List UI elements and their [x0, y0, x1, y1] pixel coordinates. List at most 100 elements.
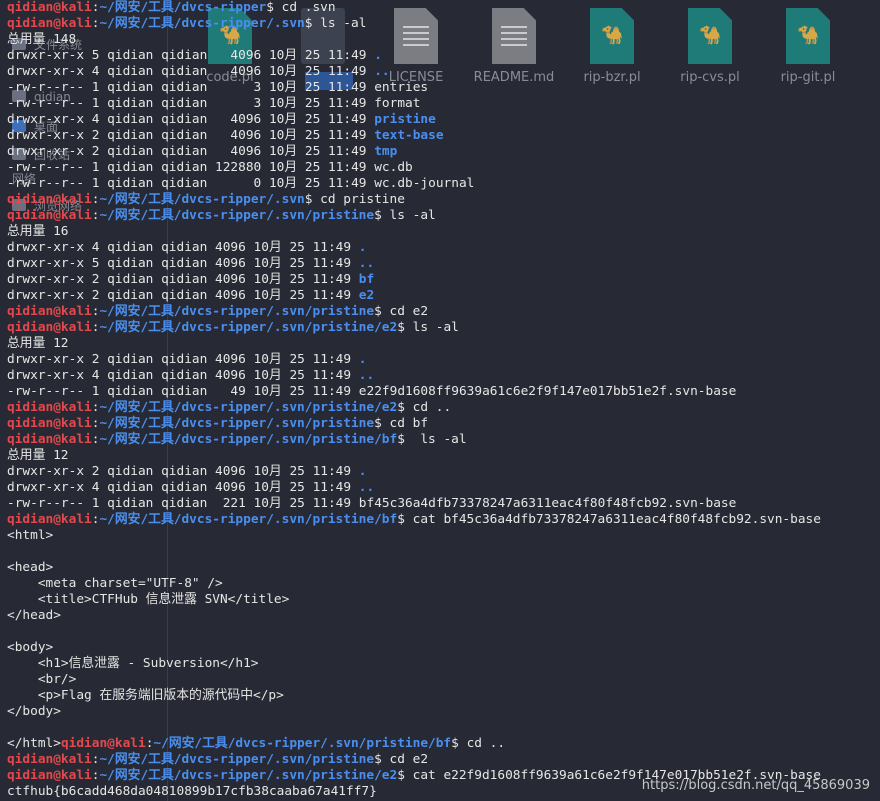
ls-entry-filename: wc.db-journal — [374, 176, 475, 191]
command-text: cd pristine — [320, 192, 405, 207]
prompt-symbol: $ — [451, 736, 467, 751]
prompt-path: ~/网安/工具/dvcs-ripper/.svn/pristine — [99, 752, 375, 767]
terminal-line: qidian@kali:~/网安/工具/dvcs-ripper/.svn$ cd… — [7, 192, 821, 208]
ls-entry-meta: -rw-r--r-- 1 qidian qidian 221 10月 25 11… — [7, 496, 359, 511]
ls-entry-meta: drwxr-xr-x 2 qidian qidian 4096 10月 25 1… — [7, 272, 359, 287]
output-text: 总用量 12 — [7, 336, 69, 351]
terminal-line: qidian@kali:~/网安/工具/dvcs-ripper/.svn/pri… — [7, 304, 821, 320]
prompt-user: qidian@kali — [7, 0, 92, 15]
prompt-symbol: $ — [397, 768, 413, 783]
prompt-path: ~/网安/工具/dvcs-ripper/.svn/pristine/bf — [153, 736, 452, 751]
ls-entry-filename: format — [374, 96, 421, 111]
terminal-line: <body> — [7, 640, 821, 656]
prompt-user: qidian@kali — [7, 768, 92, 783]
ls-entry-meta: drwxr-xr-x 4 qidian qidian 4096 10月 25 1… — [7, 64, 375, 79]
terminal-line: qidian@kali:~/网安/工具/dvcs-ripper/.svn/pri… — [7, 432, 821, 448]
ls-entry-dirname: e2 — [358, 288, 375, 303]
ls-entry-dirname: .. — [374, 64, 390, 79]
ls-entry-dirname: text-base — [374, 128, 444, 143]
terminal-line: qidian@kali:~/网安/工具/dvcs-ripper/.svn/pri… — [7, 320, 821, 336]
output-text: <body> — [7, 640, 54, 655]
prompt-user: qidian@kali — [7, 400, 92, 415]
terminal-line: qidian@kali:~/网安/工具/dvcs-ripper/.svn$ ls… — [7, 16, 821, 32]
ls-entry-dirname: .. — [358, 480, 375, 495]
ls-entry-dirname: . — [374, 48, 382, 63]
command-text: cd e2 — [389, 304, 429, 319]
output-text: <html> — [7, 528, 54, 543]
terminal-line: </head> — [7, 608, 821, 624]
terminal-line: qidian@kali:~/网安/工具/dvcs-ripper$ cd .svn — [7, 0, 821, 16]
terminal-line: drwxr-xr-x 2 qidian qidian 4096 10月 25 1… — [7, 288, 821, 304]
terminal-line: <head> — [7, 560, 821, 576]
ls-entry-dirname: bf — [358, 272, 375, 287]
terminal-line: drwxr-xr-x 2 qidian qidian 4096 10月 25 1… — [7, 128, 821, 144]
prompt-symbol: $ — [374, 416, 390, 431]
ls-entry-meta: drwxr-xr-x 2 qidian qidian 4096 10月 25 1… — [7, 128, 375, 143]
terminal-line: <p>Flag 在服务端旧版本的源代码中</p> — [7, 688, 821, 704]
prompt-path: ~/网安/工具/dvcs-ripper/.svn — [99, 192, 305, 207]
ls-entry-meta: drwxr-xr-x 4 qidian qidian 4096 10月 25 1… — [7, 240, 359, 255]
output-text: </head> — [7, 608, 61, 623]
terminal-line: <meta charset="UTF-8" /> — [7, 576, 821, 592]
ls-entry-meta: -rw-r--r-- 1 qidian qidian 122880 10月 25… — [7, 160, 375, 175]
prompt-path: ~/网安/工具/dvcs-ripper/.svn — [99, 16, 305, 31]
ls-entry-dirname: tmp — [374, 144, 398, 159]
terminal-line: -rw-r--r-- 1 qidian qidian 3 10月 25 11:4… — [7, 96, 821, 112]
prompt-path: ~/网安/工具/dvcs-ripper/.svn/pristine/e2 — [99, 320, 398, 335]
ls-entry-dirname: pristine — [374, 112, 436, 127]
prompt-user: qidian@kali — [7, 320, 92, 335]
prompt-symbol: $ — [397, 512, 413, 527]
ls-entry-meta: drwxr-xr-x 5 qidian qidian 4096 10月 25 1… — [7, 256, 359, 271]
output-text: <head> — [7, 560, 54, 575]
terminal-line: -rw-r--r-- 1 qidian qidian 3 10月 25 11:4… — [7, 80, 821, 96]
prompt-symbol: $ — [397, 400, 413, 415]
prompt-path: ~/网安/工具/dvcs-ripper/.svn/pristine — [99, 304, 375, 319]
terminal-line: <br/> — [7, 672, 821, 688]
prompt-symbol: $ — [374, 752, 390, 767]
terminal-line: qidian@kali:~/网安/工具/dvcs-ripper/.svn/pri… — [7, 400, 821, 416]
command-text: cd .svn — [281, 0, 336, 15]
prompt-symbol: $ — [304, 192, 321, 207]
terminal-line: 总用量 12 — [7, 448, 821, 464]
ls-entry-meta: drwxr-xr-x 4 qidian qidian 4096 10月 25 1… — [7, 368, 359, 383]
prompt-user: qidian@kali — [60, 736, 146, 751]
terminal-output[interactable]: qidian@kali:~/网安/工具/dvcs-ripper$ cd .svn… — [7, 0, 821, 800]
terminal-line: -rw-r--r-- 1 qidian qidian 122880 10月 25… — [7, 160, 821, 176]
terminal-line: drwxr-xr-x 5 qidian qidian 4096 10月 25 1… — [7, 48, 821, 64]
terminal-line: 总用量 12 — [7, 336, 821, 352]
terminal-line: qidian@kali:~/网安/工具/dvcs-ripper/.svn/pri… — [7, 208, 821, 224]
terminal-line: qidian@kali:~/网安/工具/dvcs-ripper/.svn/pri… — [7, 752, 821, 768]
command-text: cd bf — [389, 416, 429, 431]
ls-entry-filename: bf45c36a4dfb73378247a6311eac4f80f48fcb92… — [358, 496, 737, 511]
terminal-line: qidian@kali:~/网安/工具/dvcs-ripper/.svn/pri… — [7, 512, 821, 528]
ls-entry-meta: drwxr-xr-x 5 qidian qidian 4096 10月 25 1… — [7, 48, 375, 63]
terminal-line: drwxr-xr-x 4 qidian qidian 4096 10月 25 1… — [7, 480, 821, 496]
prompt-user: qidian@kali — [7, 752, 92, 767]
ls-entry-meta: drwxr-xr-x 2 qidian qidian 4096 10月 25 1… — [7, 288, 359, 303]
command-text: cd .. — [412, 400, 452, 415]
terminal-line: drwxr-xr-x 2 qidian qidian 4096 10月 25 1… — [7, 464, 821, 480]
terminal-line: drwxr-xr-x 4 qidian qidian 4096 10月 25 1… — [7, 64, 821, 80]
prompt-user: qidian@kali — [7, 208, 92, 223]
ls-entry-meta: -rw-r--r-- 1 qidian qidian 3 10月 25 11:4… — [7, 80, 375, 95]
ls-entry-meta: -rw-r--r-- 1 qidian qidian 0 10月 25 11:4… — [7, 176, 375, 191]
prompt-symbol: $ — [397, 432, 413, 447]
prompt-user: qidian@kali — [7, 432, 92, 447]
terminal-line: -rw-r--r-- 1 qidian qidian 0 10月 25 11:4… — [7, 176, 821, 192]
terminal-line: drwxr-xr-x 5 qidian qidian 4096 10月 25 1… — [7, 256, 821, 272]
terminal-line: <html> — [7, 528, 821, 544]
output-text: </html> — [7, 736, 61, 751]
terminal-line: <h1>信息泄露 - Subversion</h1> — [7, 656, 821, 672]
output-text: 总用量 148 — [7, 32, 77, 47]
terminal-line: </html>qidian@kali:~/网安/工具/dvcs-ripper/.… — [7, 736, 821, 752]
terminal-line: </body> — [7, 704, 821, 720]
output-text: 总用量 12 — [7, 448, 69, 463]
output-text: ctfhub{b6cadd468da04810899b17cfb38caaba6… — [7, 784, 377, 799]
prompt-path: ~/网安/工具/dvcs-ripper/.svn/pristine — [99, 416, 375, 431]
prompt-path: ~/网安/工具/dvcs-ripper/.svn/pristine/bf — [99, 432, 398, 447]
terminal-line: drwxr-xr-x 2 qidian qidian 4096 10月 25 1… — [7, 144, 821, 160]
command-text: ls -al — [389, 208, 436, 223]
output-text: <h1>信息泄露 - Subversion</h1> — [7, 656, 259, 671]
